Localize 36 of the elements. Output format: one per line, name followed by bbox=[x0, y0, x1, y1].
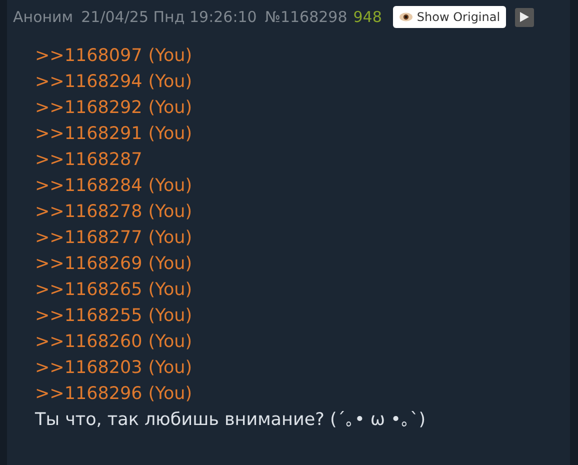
you-label: (You) bbox=[148, 304, 192, 328]
you-label: (You) bbox=[148, 382, 192, 406]
eye-icon bbox=[398, 12, 413, 22]
play-icon bbox=[520, 12, 530, 22]
reply-link[interactable]: >>1168265 bbox=[35, 276, 142, 302]
you-label: (You) bbox=[148, 96, 192, 120]
reply-link[interactable]: >>1168269 bbox=[35, 250, 142, 276]
you-label: (You) bbox=[148, 174, 192, 198]
reply-link[interactable]: >>1168203 bbox=[35, 354, 142, 380]
you-label: (You) bbox=[148, 252, 192, 276]
reply-link[interactable]: >>1168255 bbox=[35, 302, 142, 328]
you-label: (You) bbox=[148, 330, 192, 354]
author-name: Аноним bbox=[13, 7, 74, 28]
you-label: (You) bbox=[148, 278, 192, 302]
reply-count: 948 bbox=[353, 7, 382, 28]
you-label: (You) bbox=[148, 70, 192, 94]
you-label: (You) bbox=[148, 44, 192, 68]
play-button[interactable] bbox=[515, 8, 534, 27]
reply-link[interactable]: >>1168277 bbox=[35, 224, 142, 250]
reply-link[interactable]: >>1168294 bbox=[35, 68, 142, 94]
post-number[interactable]: №1168298 bbox=[264, 6, 348, 28]
reply-link[interactable]: >>1168260 bbox=[35, 328, 142, 354]
show-original-button[interactable]: Show Original bbox=[392, 6, 506, 28]
reply-link[interactable]: >>1168296 bbox=[35, 380, 142, 406]
reply-link[interactable]: >>1168097 bbox=[35, 42, 142, 68]
post-date: 21/04/25 Пнд 19:26:10 bbox=[81, 7, 257, 28]
you-label: (You) bbox=[148, 226, 192, 250]
reply-link[interactable]: >>1168287 bbox=[35, 146, 142, 172]
reply-link[interactable]: >>1168291 bbox=[35, 120, 142, 146]
reply-link[interactable]: >>1168284 bbox=[35, 172, 142, 198]
you-label: (You) bbox=[148, 356, 192, 380]
message-text: Ты что, так любишь внимание? (´｡• ω •｡`) bbox=[35, 408, 427, 432]
reply-link[interactable]: >>1168292 bbox=[35, 94, 142, 120]
you-label: (You) bbox=[148, 200, 192, 224]
reply-link[interactable]: >>1168278 bbox=[35, 198, 142, 224]
you-label: (You) bbox=[148, 122, 192, 146]
